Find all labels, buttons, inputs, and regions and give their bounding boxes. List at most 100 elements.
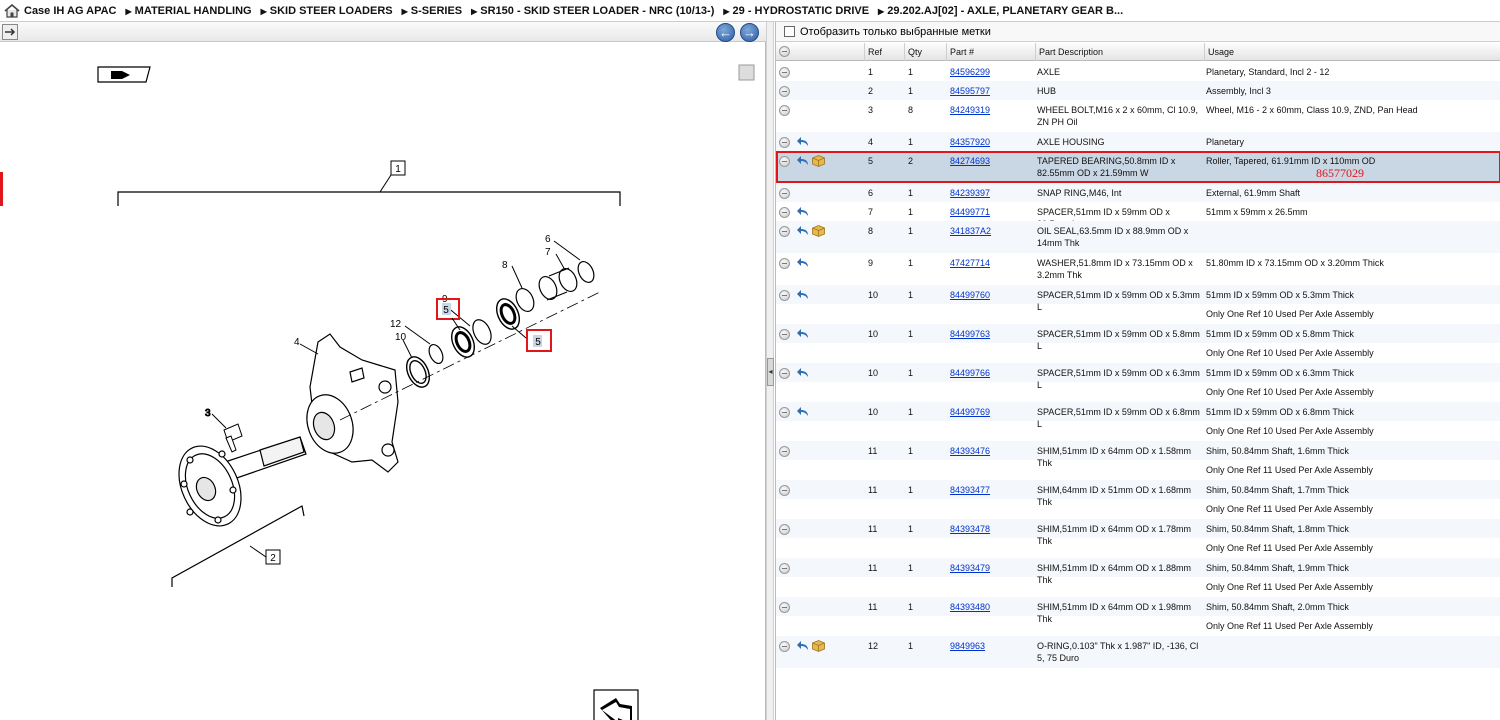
expand-row-icon[interactable] — [779, 156, 790, 167]
part-number-link[interactable]: 84393480 — [950, 601, 1030, 613]
table-row[interactable]: 7184499771SPACER,51mm ID x 59mm OD x 26.… — [776, 202, 1500, 229]
go-to-diagram-icon[interactable] — [797, 290, 809, 301]
back-arrow-button[interactable]: ← — [716, 23, 735, 42]
table-row-note[interactable]: Only One Ref 10 Used Per Axle Assembly — [776, 343, 1500, 363]
expand-row-icon[interactable] — [779, 368, 790, 379]
part-number-link[interactable]: 84274693 — [950, 155, 1030, 167]
table-row-note[interactable]: Only One Ref 11 Used Per Axle Assembly — [776, 499, 1500, 519]
part-number-link[interactable]: 84239397 — [950, 187, 1030, 199]
table-row[interactable]: 11 1 84393480 SHIM,51mm ID x 64mm OD x 1.98… — [776, 597, 1500, 624]
part-number-link[interactable]: 84393477 — [950, 484, 1030, 496]
next-page-arrow-icon[interactable] — [593, 689, 639, 720]
table-row-note[interactable]: Only One Ref 10 Used Per Axle Assembly — [776, 421, 1500, 441]
go-to-diagram-icon[interactable] — [797, 407, 809, 418]
table-row[interactable]: 10 1 84499763 SPACER,51mm ID x 59mm OD x 5.… — [776, 324, 1500, 351]
expand-row-icon[interactable] — [779, 290, 790, 301]
home-icon[interactable] — [4, 3, 20, 18]
part-number-link[interactable]: 84499766 — [950, 367, 1030, 379]
go-to-diagram-icon[interactable] — [797, 329, 809, 340]
column-header-usage[interactable]: Usage — [1204, 43, 1500, 61]
table-row[interactable]: 9 1 47427714 WASHER,51.8mm ID x 73.15mm OD … — [776, 253, 1500, 285]
go-to-diagram-icon[interactable] — [797, 226, 809, 237]
expand-row-icon[interactable] — [779, 563, 790, 574]
callout-5-highlight[interactable]: 5 — [526, 329, 552, 352]
expand-row-icon[interactable] — [779, 407, 790, 418]
table-row[interactable]: 2 1 84595797 HUB Assembly, Incl 3 — [776, 81, 1500, 100]
part-number-link[interactable]: 84596299 — [950, 66, 1030, 78]
expand-all-icon[interactable] — [779, 46, 790, 57]
go-to-diagram-icon[interactable] — [797, 156, 809, 167]
expand-row-icon[interactable] — [779, 524, 790, 535]
table-row[interactable]: 10 1 84499769 SPACER,51mm ID x 59mm OD x 6.… — [776, 402, 1500, 429]
table-row[interactable]: 3 8 84249319 WHEEL BOLT,M16 x 2 x 60mm, Cl … — [776, 100, 1500, 132]
part-number-link[interactable]: 84393479 — [950, 562, 1030, 574]
table-row[interactable]: 1 1 84596299 AXLE Planetary, Standard, Incl … — [776, 62, 1500, 81]
expand-row-icon[interactable] — [779, 86, 790, 97]
expand-row-icon[interactable] — [779, 258, 790, 269]
expand-row-icon[interactable] — [779, 329, 790, 340]
part-number-link[interactable]: 341837A2 — [950, 225, 1030, 237]
table-row[interactable]: 11 1 84393476 SHIM,51mm ID x 64mm OD x 1.58… — [776, 441, 1500, 468]
table-row[interactable]: 11 1 84393479 SHIM,51mm ID x 64mm OD x 1.88… — [776, 558, 1500, 585]
column-header-part[interactable]: Part # — [946, 43, 1035, 61]
package-icon[interactable] — [812, 225, 825, 237]
part-number-link[interactable]: 84393476 — [950, 445, 1030, 457]
panel-splitter[interactable]: ◂ — [766, 22, 774, 720]
part-number-link[interactable]: 84595797 — [950, 85, 1030, 97]
table-row-note[interactable]: Only One Ref 10 Used Per Axle Assembly — [776, 382, 1500, 402]
go-to-diagram-icon[interactable] — [797, 258, 809, 269]
table-row[interactable]: 4 1 84357920 AXLE HOUSING Planetary — [776, 132, 1500, 151]
part-number-link[interactable]: 84499769 — [950, 406, 1030, 418]
column-header-qty[interactable]: Qty — [904, 43, 946, 61]
part-number-link[interactable]: 84499771 — [950, 206, 1030, 218]
expand-row-icon[interactable] — [779, 137, 790, 148]
breadcrumb-item[interactable]: ▶ 29.202.AJ[02] - AXLE, PLANETARY GEAR B.… — [878, 5, 1123, 17]
go-to-diagram-icon[interactable] — [797, 207, 809, 218]
table-row[interactable]: 10 1 84499760 SPACER,51mm ID x 59mm OD x 5.… — [776, 285, 1500, 312]
zoom-fit-icon[interactable] — [738, 64, 755, 81]
expand-row-icon[interactable] — [779, 67, 790, 78]
expand-row-icon[interactable] — [779, 641, 790, 652]
expand-row-icon[interactable] — [779, 188, 790, 199]
part-number-link[interactable]: 84357920 — [950, 136, 1030, 148]
table-row[interactable]: 5 2 84274693 TAPERED BEARING,50.8mm ID x 82… — [776, 151, 1500, 183]
part-number-link[interactable]: 47427714 — [950, 257, 1030, 269]
package-icon[interactable] — [812, 155, 825, 167]
expand-row-icon[interactable] — [779, 602, 790, 613]
expand-panel-icon[interactable] — [2, 24, 18, 40]
table-row[interactable]: 6 1 84239397 SNAP RING,M46, Int External, 61… — [776, 183, 1500, 202]
table-row[interactable]: 8 1 341837A2 OIL SEAL,63.5mm ID x 88.9mm OD… — [776, 221, 1500, 253]
part-number-link[interactable]: 84499760 — [950, 289, 1030, 301]
go-to-diagram-icon[interactable] — [797, 368, 809, 379]
expand-row-icon[interactable] — [779, 207, 790, 218]
expand-row-icon[interactable] — [779, 105, 790, 116]
part-number-link[interactable]: 9849963 — [950, 640, 1030, 652]
breadcrumb-item[interactable]: ▶ 29 - HYDROSTATIC DRIVE — [723, 5, 869, 17]
table-row-note[interactable]: Only One Ref 11 Used Per Axle Assembly — [776, 538, 1500, 558]
breadcrumb-item[interactable]: ▶ S-SERIES — [402, 5, 463, 17]
part-number-link[interactable]: 84393478 — [950, 523, 1030, 535]
table-row-note[interactable]: Only One Ref 11 Used Per Axle Assembly — [776, 577, 1500, 597]
table-row-note[interactable]: Only One Ref 11 Used Per Axle Assembly — [776, 460, 1500, 480]
breadcrumb-item[interactable]: Case IH AG APAC — [24, 5, 117, 17]
expand-row-icon[interactable] — [779, 446, 790, 457]
table-row-note[interactable]: Only One Ref 11 Used Per Axle Assembly — [776, 616, 1500, 636]
go-to-diagram-icon[interactable] — [797, 137, 809, 148]
expand-row-icon[interactable] — [779, 485, 790, 496]
print-tag-icon[interactable] — [97, 66, 151, 83]
table-row[interactable]: 11 1 84393478 SHIM,51mm ID x 64mm OD x 1.78… — [776, 519, 1500, 546]
breadcrumb-item[interactable]: ▶ SR150 - SKID STEER LOADER - NRC (10/13-… — [471, 5, 714, 17]
expand-row-icon[interactable] — [779, 226, 790, 237]
part-number-link[interactable]: 84249319 — [950, 104, 1030, 116]
breadcrumb-item[interactable]: ▶ MATERIAL HANDLING — [126, 5, 252, 17]
column-header-ref[interactable]: Ref — [864, 43, 904, 61]
go-to-diagram-icon[interactable] — [797, 641, 809, 652]
part-number-link[interactable]: 84499763 — [950, 328, 1030, 340]
table-row[interactable]: 10 1 84499766 SPACER,51mm ID x 59mm OD x 6.… — [776, 363, 1500, 390]
show-selected-checkbox[interactable] — [784, 26, 795, 37]
column-header-description[interactable]: Part Description — [1035, 43, 1204, 61]
breadcrumb-item[interactable]: ▶ SKID STEER LOADERS — [261, 5, 393, 17]
forward-arrow-button[interactable]: → — [740, 23, 759, 42]
collapse-grip-icon[interactable]: ◂ — [767, 358, 774, 386]
package-icon[interactable] — [812, 640, 825, 652]
